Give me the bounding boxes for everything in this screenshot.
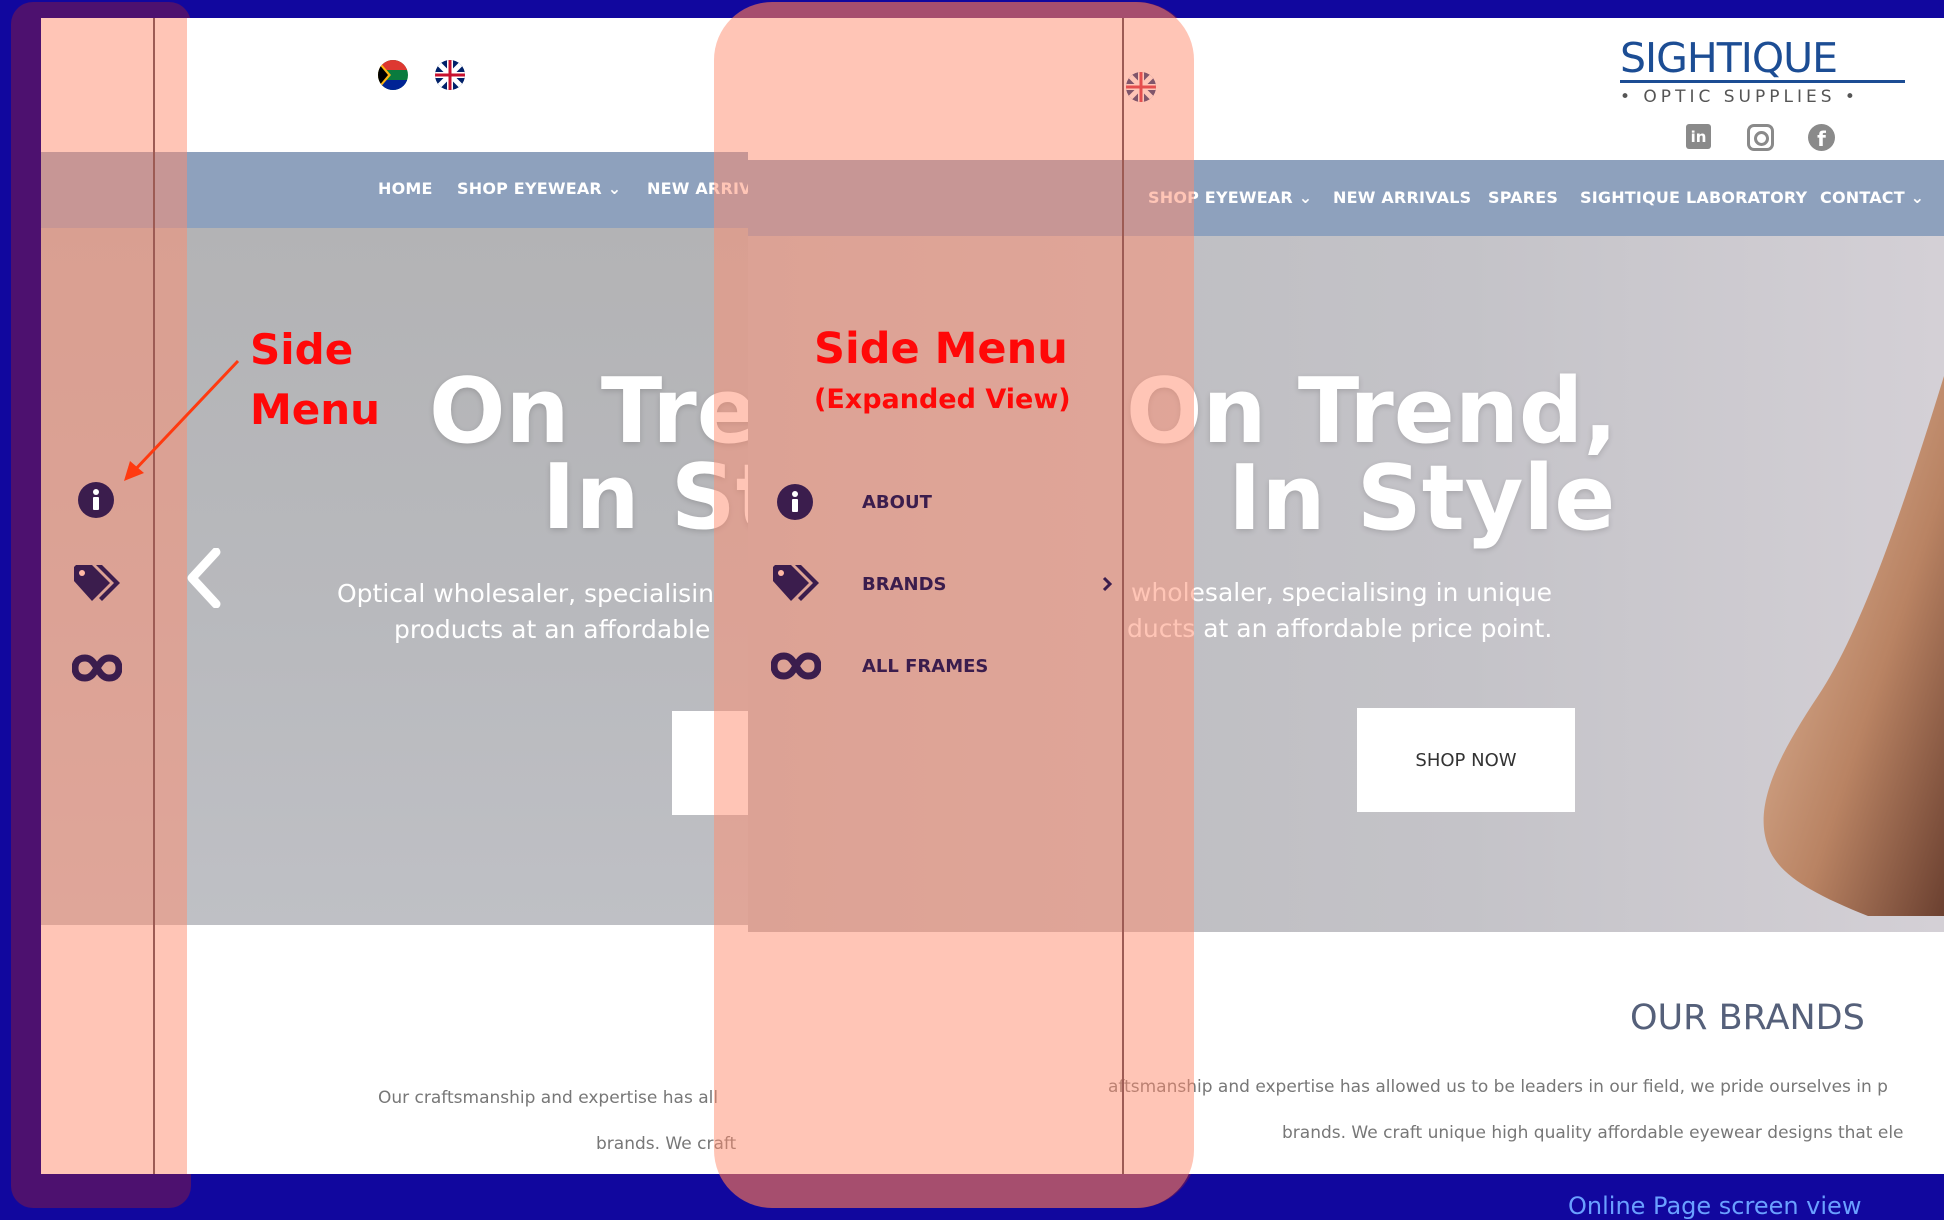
infinity-icon[interactable] — [771, 652, 821, 680]
expanded-annotation-title: Side Menu — [814, 324, 1068, 374]
left-hero-subtitle-line2: products at an affordable — [394, 615, 711, 644]
right-brands-text-line1: aftsmanship and expertise has allowed us… — [1108, 1077, 1888, 1097]
hero-model-arm-image — [1763, 376, 1944, 916]
infinity-icon[interactable] — [72, 654, 122, 682]
nav-home[interactable]: HOME — [378, 179, 433, 198]
nav-shop-eyewear[interactable]: SHOP EYEWEAR ⌄ — [457, 179, 621, 198]
left-hero-subtitle-line1: Optical wholesaler, specialisin — [337, 579, 715, 608]
nav-spares[interactable]: SPARES — [1488, 188, 1558, 207]
right-shop-now-button[interactable]: SHOP NOW — [1357, 708, 1575, 812]
right-hero-title-line2: In Style — [1228, 446, 1616, 551]
info-icon[interactable] — [777, 484, 813, 520]
caption-text: Online Page screen view — [1568, 1192, 1862, 1220]
uk-flag-icon[interactable] — [435, 60, 465, 90]
nav-sightique-laboratory[interactable]: SIGHTIQUE LABORATORY — [1580, 188, 1807, 207]
expanded-annotation-subtitle: (Expanded View) — [814, 384, 1071, 415]
info-icon[interactable] — [78, 482, 114, 518]
side-menu-annotation-line2: Menu — [250, 385, 381, 434]
linkedin-icon[interactable]: in — [1686, 124, 1711, 149]
tags-icon[interactable] — [771, 563, 823, 603]
side-menu-about[interactable]: ABOUT — [862, 492, 932, 513]
south-africa-flag-icon[interactable] — [378, 60, 408, 90]
side-menu-all-frames[interactable]: ALL FRAMES — [862, 656, 988, 677]
right-brands-text-line2: brands. We craft unique high quality aff… — [1282, 1123, 1904, 1143]
tags-icon[interactable] — [72, 563, 124, 603]
sightique-logo[interactable]: SIGHTIQUE • OPTIC SUPPLIES • — [1620, 36, 1920, 107]
side-menu-brands[interactable]: BRANDS — [862, 574, 946, 595]
annotation-arrow-icon — [124, 359, 240, 481]
left-brands-text-line1: Our craftsmanship and expertise has all — [378, 1088, 719, 1108]
our-brands-heading: OUR BRANDS — [1630, 998, 1865, 1038]
facebook-icon[interactable]: f — [1808, 124, 1835, 151]
right-hero-title-line1: On Trend, — [1126, 359, 1618, 464]
chevron-right-icon[interactable] — [1101, 575, 1113, 593]
expanded-side-menu — [714, 2, 1194, 1208]
logo-sub-text: • OPTIC SUPPLIES • — [1620, 87, 1859, 107]
carousel-prev-arrow-icon[interactable] — [184, 548, 224, 608]
side-menu-annotation-line1: Side — [250, 325, 354, 374]
nav-new-arrivals[interactable]: NEW ARRIVALS — [1333, 188, 1471, 207]
right-hero-subtitle-line1: wholesaler, specialising in unique — [1131, 578, 1553, 607]
instagram-icon[interactable] — [1747, 124, 1774, 151]
logo-main-text: SIGHTIQUE — [1620, 36, 1905, 83]
nav-contact[interactable]: CONTACT ⌄ — [1820, 188, 1924, 207]
